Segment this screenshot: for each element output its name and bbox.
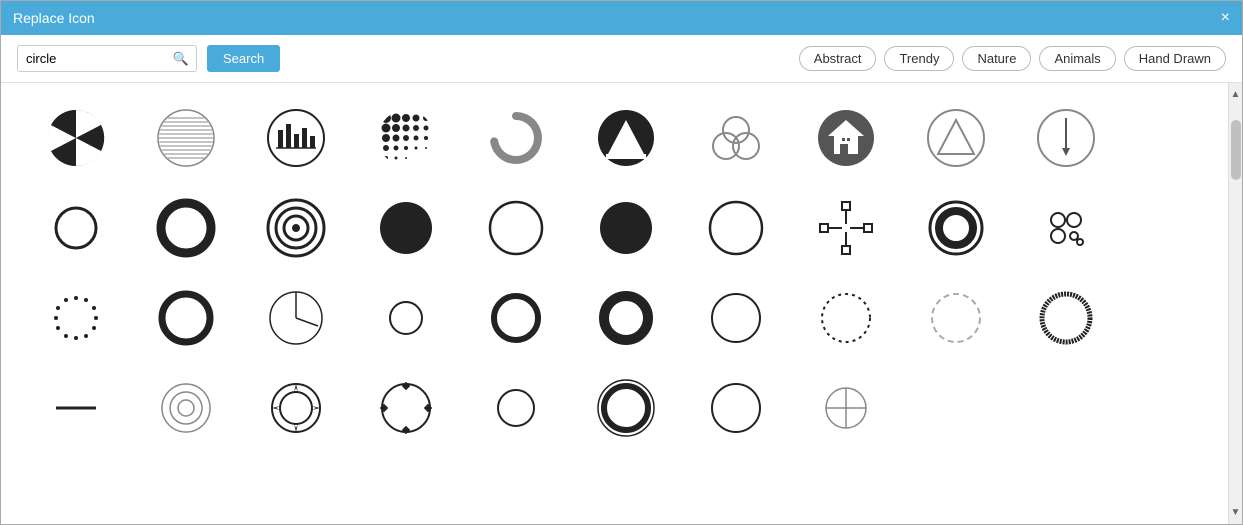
icon-row-3 <box>21 273 1208 363</box>
icon-cell[interactable] <box>1011 273 1121 363</box>
icon-row-4 <box>21 363 1208 453</box>
icon-cell[interactable] <box>241 93 351 183</box>
search-button[interactable]: Search <box>207 45 280 72</box>
filter-nature[interactable]: Nature <box>962 46 1031 71</box>
replace-icon-dialog: Replace Icon × 🔍 Search Abstract Trendy … <box>0 0 1243 525</box>
icon-row-2 <box>21 183 1208 273</box>
icon-cell[interactable] <box>901 93 1011 183</box>
title-bar: Replace Icon × <box>1 1 1242 35</box>
icon-cell[interactable] <box>681 183 791 273</box>
icon-cell[interactable] <box>241 273 351 363</box>
search-input[interactable] <box>17 45 197 72</box>
icon-cell[interactable] <box>901 183 1011 273</box>
icon-cell[interactable] <box>461 363 571 453</box>
icon-cell[interactable] <box>131 363 241 453</box>
filter-abstract[interactable]: Abstract <box>799 46 877 71</box>
icon-cell[interactable] <box>681 93 791 183</box>
search-wrapper: 🔍 <box>17 45 197 72</box>
filter-animals[interactable]: Animals <box>1039 46 1115 71</box>
icon-cell[interactable] <box>571 273 681 363</box>
icon-cell[interactable] <box>901 273 1011 363</box>
icon-cell[interactable] <box>351 183 461 273</box>
icon-cell[interactable] <box>461 183 571 273</box>
scrollbar-thumb[interactable] <box>1231 120 1241 180</box>
icon-cell[interactable] <box>791 183 901 273</box>
filter-hand-drawn[interactable]: Hand Drawn <box>1124 46 1226 71</box>
icon-cell[interactable] <box>21 363 131 453</box>
icon-cell[interactable] <box>131 273 241 363</box>
icon-cell[interactable] <box>791 93 901 183</box>
scroll-up-arrow[interactable]: ▲ <box>1229 85 1242 104</box>
close-button[interactable]: × <box>1221 10 1230 26</box>
icon-cell[interactable] <box>241 363 351 453</box>
icon-cell[interactable] <box>461 273 571 363</box>
icon-cell[interactable] <box>571 93 681 183</box>
icon-cell[interactable] <box>681 363 791 453</box>
icon-cell[interactable] <box>21 183 131 273</box>
search-icon: 🔍 <box>173 51 189 67</box>
icon-cell[interactable] <box>1011 93 1121 183</box>
icon-cell[interactable] <box>351 93 461 183</box>
toolbar: 🔍 Search Abstract Trendy Nature Animals … <box>1 35 1242 83</box>
icon-cell[interactable] <box>21 93 131 183</box>
icon-cell[interactable] <box>351 363 461 453</box>
icon-cell[interactable] <box>791 363 901 453</box>
icon-cell[interactable] <box>571 183 681 273</box>
icon-cell[interactable] <box>901 363 1011 453</box>
icon-cell[interactable] <box>1011 363 1121 453</box>
icon-cell[interactable] <box>131 183 241 273</box>
icon-cell[interactable] <box>241 183 351 273</box>
filter-trendy[interactable]: Trendy <box>884 46 954 71</box>
dialog-title: Replace Icon <box>13 10 95 26</box>
icon-cell[interactable] <box>351 273 461 363</box>
icon-row-1 <box>21 93 1208 183</box>
icon-cell[interactable] <box>461 93 571 183</box>
scrollbar[interactable]: ▲ ▼ <box>1228 83 1242 524</box>
icon-grid <box>1 83 1228 524</box>
icon-cell[interactable] <box>571 363 681 453</box>
icon-cell[interactable] <box>1011 183 1121 273</box>
icon-cell[interactable] <box>21 273 131 363</box>
content-area: ▲ ▼ <box>1 83 1242 524</box>
icon-cell[interactable] <box>131 93 241 183</box>
filter-tags: Abstract Trendy Nature Animals Hand Draw… <box>799 46 1226 71</box>
icon-cell[interactable] <box>791 273 901 363</box>
icon-cell[interactable] <box>681 273 791 363</box>
scroll-down-arrow[interactable]: ▼ <box>1229 503 1242 522</box>
